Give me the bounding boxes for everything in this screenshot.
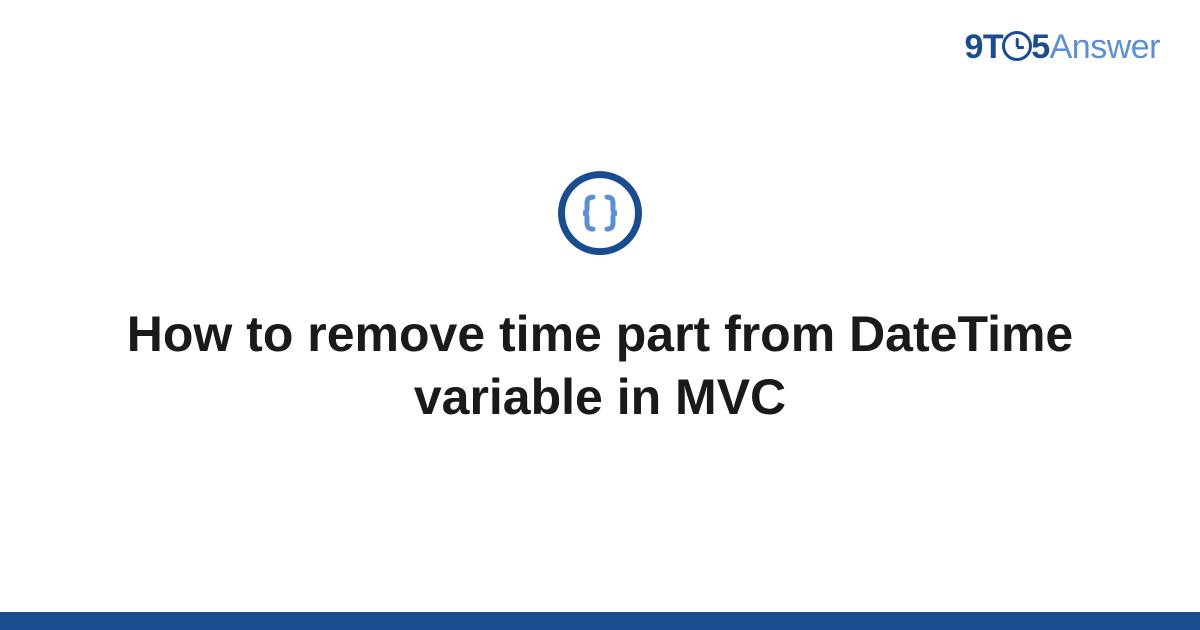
page-title: How to remove time part from DateTime va… <box>0 303 1200 428</box>
footer-bar <box>0 612 1200 630</box>
logo-text-5: 5 <box>1031 28 1049 66</box>
clock-icon <box>1002 31 1032 61</box>
site-logo: 9T 5Answer <box>965 28 1160 67</box>
logo-text-answer: Answer <box>1050 28 1160 66</box>
logo-text-9t: 9T <box>965 28 1004 66</box>
main-content: How to remove time part from DateTime va… <box>0 171 1200 428</box>
code-braces-icon <box>558 171 642 255</box>
